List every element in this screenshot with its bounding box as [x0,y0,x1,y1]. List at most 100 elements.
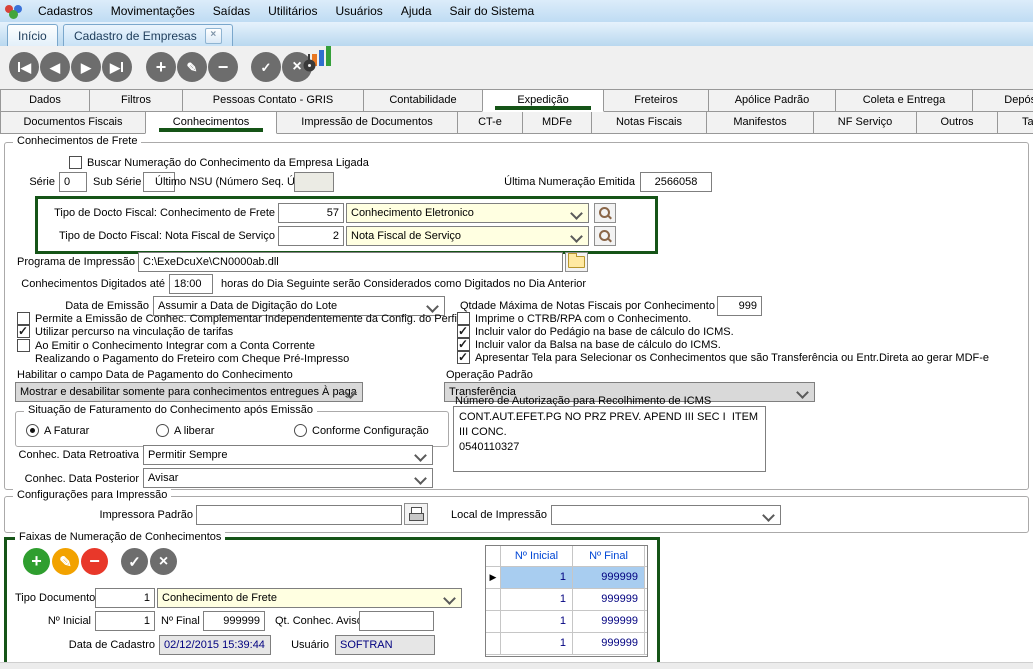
tipo-docto-frete-code-input[interactable]: 57 [278,203,344,223]
radio-a-liberar[interactable] [156,424,169,437]
tab-deposito[interactable]: Depósito [972,89,1033,112]
tipo-documento-select[interactable]: Conhecimento de Frete [157,588,462,608]
add-record-button[interactable]: + [146,52,176,82]
tab-cte[interactable]: CT-e [457,111,523,134]
faixa-edit-button[interactable]: ✎ [52,548,79,575]
tab-pessoas-contato-gris[interactable]: Pessoas Contato - GRIS [182,89,364,112]
tab-freteiros[interactable]: Freteiros [603,89,709,112]
faixa-delete-button[interactable]: − [81,548,108,575]
nav-last-button[interactable]: ▶ [102,52,132,82]
apresentar-tela-checkbox[interactable] [457,351,470,364]
table-row[interactable]: 1 999999 [486,633,647,655]
ultimo-nsu-label: Último NSU (Número Seq. Único) [155,176,290,189]
reports-chart-button[interactable] [308,54,338,82]
delete-record-button[interactable]: − [208,52,238,82]
usuario-value: SOFTRAN [335,635,435,655]
check-icon: ✓ [128,553,141,571]
autorizacao-icms-textarea[interactable]: CONT.AUT.EFET.PG NO PRZ PREV. APEND III … [453,406,766,472]
search-docto-nfs-button[interactable] [594,226,616,246]
row-indicator-cell [486,611,501,632]
nav-first-button[interactable]: ◀ [9,52,39,82]
search-docto-frete-button[interactable] [594,203,616,223]
menu-saidas[interactable]: Saídas [204,1,259,22]
data-cadastro-label: Data de Cadastro [27,639,155,652]
row-indicator-cell [486,633,501,654]
nav-prev-button[interactable]: ◀ [40,52,70,82]
faixa-add-button[interactable]: + [23,548,50,575]
tipo-docto-nfs-select[interactable]: Nota Fiscal de Serviço [346,226,589,246]
tab-expedicao[interactable]: Expedição [482,89,604,112]
incluir-pedagio-label: Incluir valor do Pedágio na base de cálc… [475,326,734,339]
group-situacao-faturamento: Situação de Faturamento do Conhecimento … [15,411,449,447]
serie-input[interactable]: 0 [59,172,87,192]
menu-movimentacoes[interactable]: Movimentações [102,1,204,22]
tab-dados[interactable]: Dados [0,89,90,112]
menu-ajuda[interactable]: Ajuda [392,1,441,22]
tab-contabilidade[interactable]: Contabilidade [363,89,483,112]
menu-sair[interactable]: Sair do Sistema [441,1,544,22]
habilitar-data-pagamento-value: Mostrar e desabilitar somente para conhe… [20,386,357,398]
table-row[interactable]: 1 999999 [486,611,647,633]
edit-record-button[interactable]: ✎ [177,52,207,82]
faixas-table-header: Nº Inicial Nº Final [486,546,647,567]
buscar-numeracao-checkbox[interactable] [69,156,82,169]
confirm-button[interactable]: ✓ [251,52,281,82]
tipo-docto-frete-select[interactable]: Conhecimento Eletronico [346,203,589,223]
ultima-numeracao-input[interactable]: 2566058 [640,172,712,192]
numero-final-input[interactable]: 999999 [203,611,265,631]
impressora-padrao-input[interactable] [196,505,402,525]
tab-impressao-documentos[interactable]: Impressão de Documentos [276,111,458,134]
integrar-conta-corrente-checkbox[interactable] [17,339,30,352]
radio-conforme-config[interactable] [294,424,307,437]
numero-inicial-label: Nº Inicial [15,615,91,628]
plus-icon: + [156,58,167,76]
printer-icon [409,507,424,521]
digitados-ate-input[interactable]: 18:00 [169,274,213,294]
tab-notas-fiscais[interactable]: Notas Fiscais [591,111,707,134]
select-printer-button[interactable] [404,503,428,525]
utilizar-percurso-checkbox[interactable] [17,325,30,338]
radio-a-faturar[interactable] [26,424,39,437]
faixa-confirm-button[interactable]: ✓ [121,548,148,575]
programa-impressao-input[interactable]: C:\ExeDcuXe\CN0000ab.dll [138,252,563,272]
menu-cadastros[interactable]: Cadastros [29,1,102,22]
qtd-maxima-input[interactable]: 999 [717,296,762,316]
tipo-docto-nfs-code-input[interactable]: 2 [278,226,344,246]
table-row[interactable]: 1 999999 [486,589,647,611]
plus-icon: + [31,551,42,572]
numero-inicial-input[interactable]: 1 [95,611,155,631]
tab-mdfe[interactable]: MDFe [522,111,592,134]
close-tab-icon[interactable]: × [205,28,222,44]
faixa-cancel-button[interactable]: × [150,548,177,575]
data-retroativa-select[interactable]: Permitir Sempre [143,445,433,465]
browse-programa-button[interactable] [565,252,588,272]
tab-apolice-padrao[interactable]: Apólice Padrão [708,89,836,112]
faixas-table[interactable]: Nº Inicial Nº Final ▶ 1 999999 1 999999 … [485,545,648,657]
tab-cadastro-empresas[interactable]: Cadastro de Empresas × [63,24,233,46]
tab-documentos-fiscais[interactable]: Documentos Fiscais [0,111,146,134]
data-posterior-select[interactable]: Avisar [143,468,433,488]
integrar-conta-corrente-label2: Realizando o Pagamento do Freteiro com C… [35,353,349,366]
cell-inicial: 1 [501,633,573,654]
tab-conhecimentos[interactable]: Conhecimentos [145,111,277,134]
menu-usuarios[interactable]: Usuários [326,1,391,22]
chevron-down-icon [443,592,456,605]
menu-utilitarios[interactable]: Utilitários [259,1,326,22]
tab-outros[interactable]: Outros [916,111,998,134]
tab-filtros[interactable]: Filtros [89,89,183,112]
table-row[interactable]: ▶ 1 999999 [486,567,647,589]
tab-tabelas-frete[interactable]: Tabelas de Frete [997,111,1033,134]
tipo-docto-nfs-value: Nota Fiscal de Serviço [351,230,461,242]
nav-next-button[interactable]: ▶ [71,52,101,82]
tab-inicio-label: Início [18,29,47,43]
tab-inicio[interactable]: Início [7,24,58,46]
tab-nf-servico[interactable]: NF Serviço [813,111,917,134]
habilitar-data-pagamento-select[interactable]: Mostrar e desabilitar somente para conhe… [15,382,363,402]
cell-final: 999999 [573,611,645,632]
tab-manifestos[interactable]: Manifestos [706,111,814,134]
pencil-icon: ✎ [59,553,72,571]
qt-conhec-aviso-input[interactable] [359,611,434,631]
tab-coleta-entrega[interactable]: Coleta e Entrega [835,89,973,112]
tipo-documento-code-input[interactable]: 1 [95,588,155,608]
local-impressao-select[interactable] [551,505,781,525]
